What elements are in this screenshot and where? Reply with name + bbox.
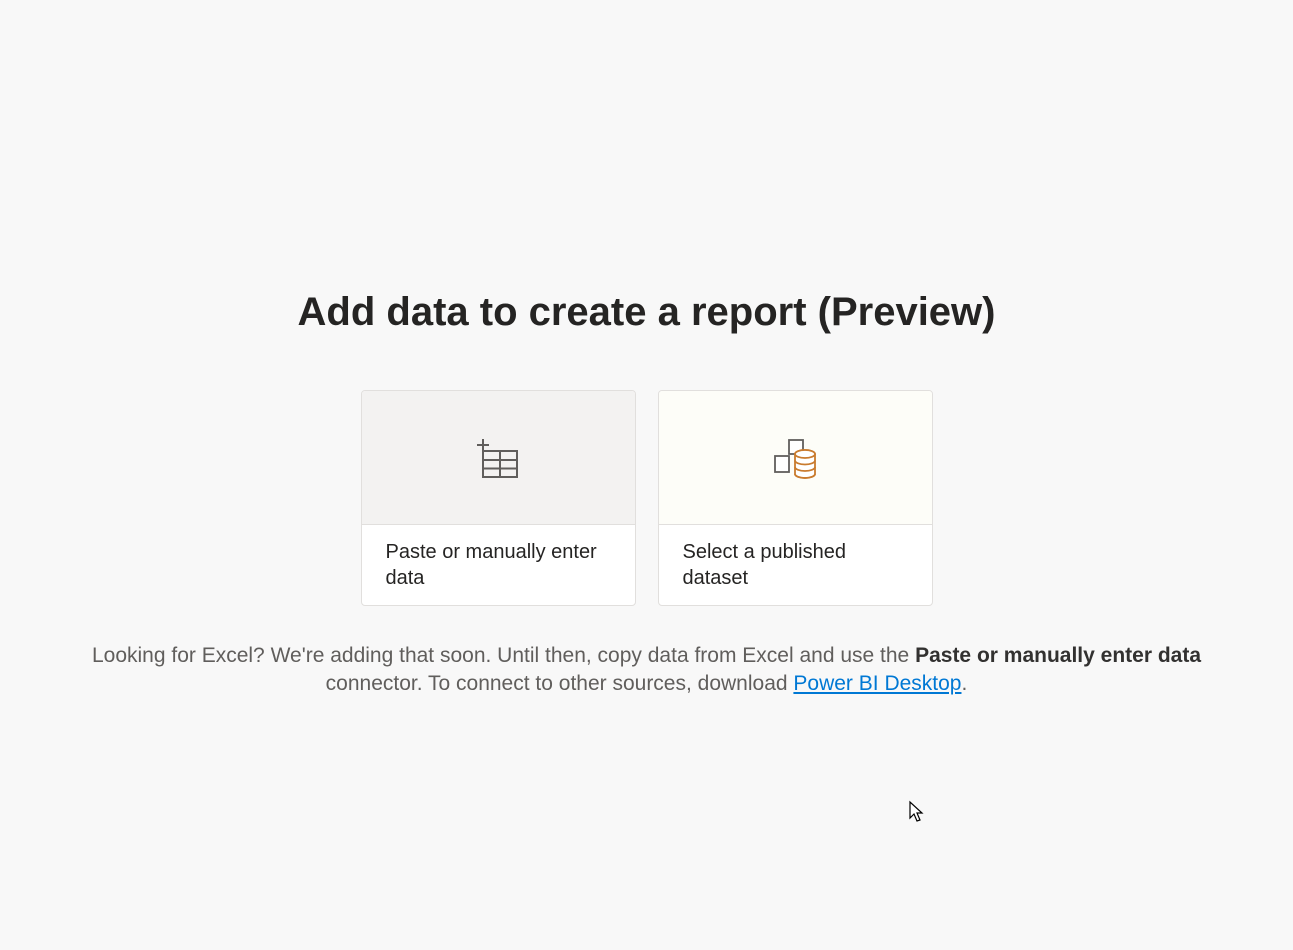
select-dataset-icon-area	[659, 391, 932, 525]
data-source-cards: Paste or manually enter data	[361, 390, 933, 606]
helper-pre: Looking for Excel? We're adding that soo…	[92, 644, 915, 667]
helper-post: .	[961, 672, 967, 695]
dataset-icon	[769, 432, 821, 484]
power-bi-desktop-link[interactable]: Power BI Desktop	[793, 672, 961, 695]
paste-enter-icon-area	[362, 391, 635, 525]
paste-enter-data-card[interactable]: Paste or manually enter data	[361, 390, 636, 606]
select-dataset-card[interactable]: Select a published dataset	[658, 390, 933, 606]
add-data-panel: Add data to create a report (Preview)	[0, 290, 1293, 699]
table-plus-icon	[474, 434, 522, 482]
paste-enter-label: Paste or manually enter data	[362, 525, 635, 605]
helper-bold: Paste or manually enter data	[915, 644, 1201, 667]
helper-mid: connector. To connect to other sources, …	[326, 672, 794, 695]
cursor-icon	[908, 800, 926, 824]
select-dataset-label: Select a published dataset	[659, 525, 932, 605]
page-title: Add data to create a report (Preview)	[298, 290, 996, 335]
helper-text: Looking for Excel? We're adding that soo…	[27, 642, 1267, 699]
